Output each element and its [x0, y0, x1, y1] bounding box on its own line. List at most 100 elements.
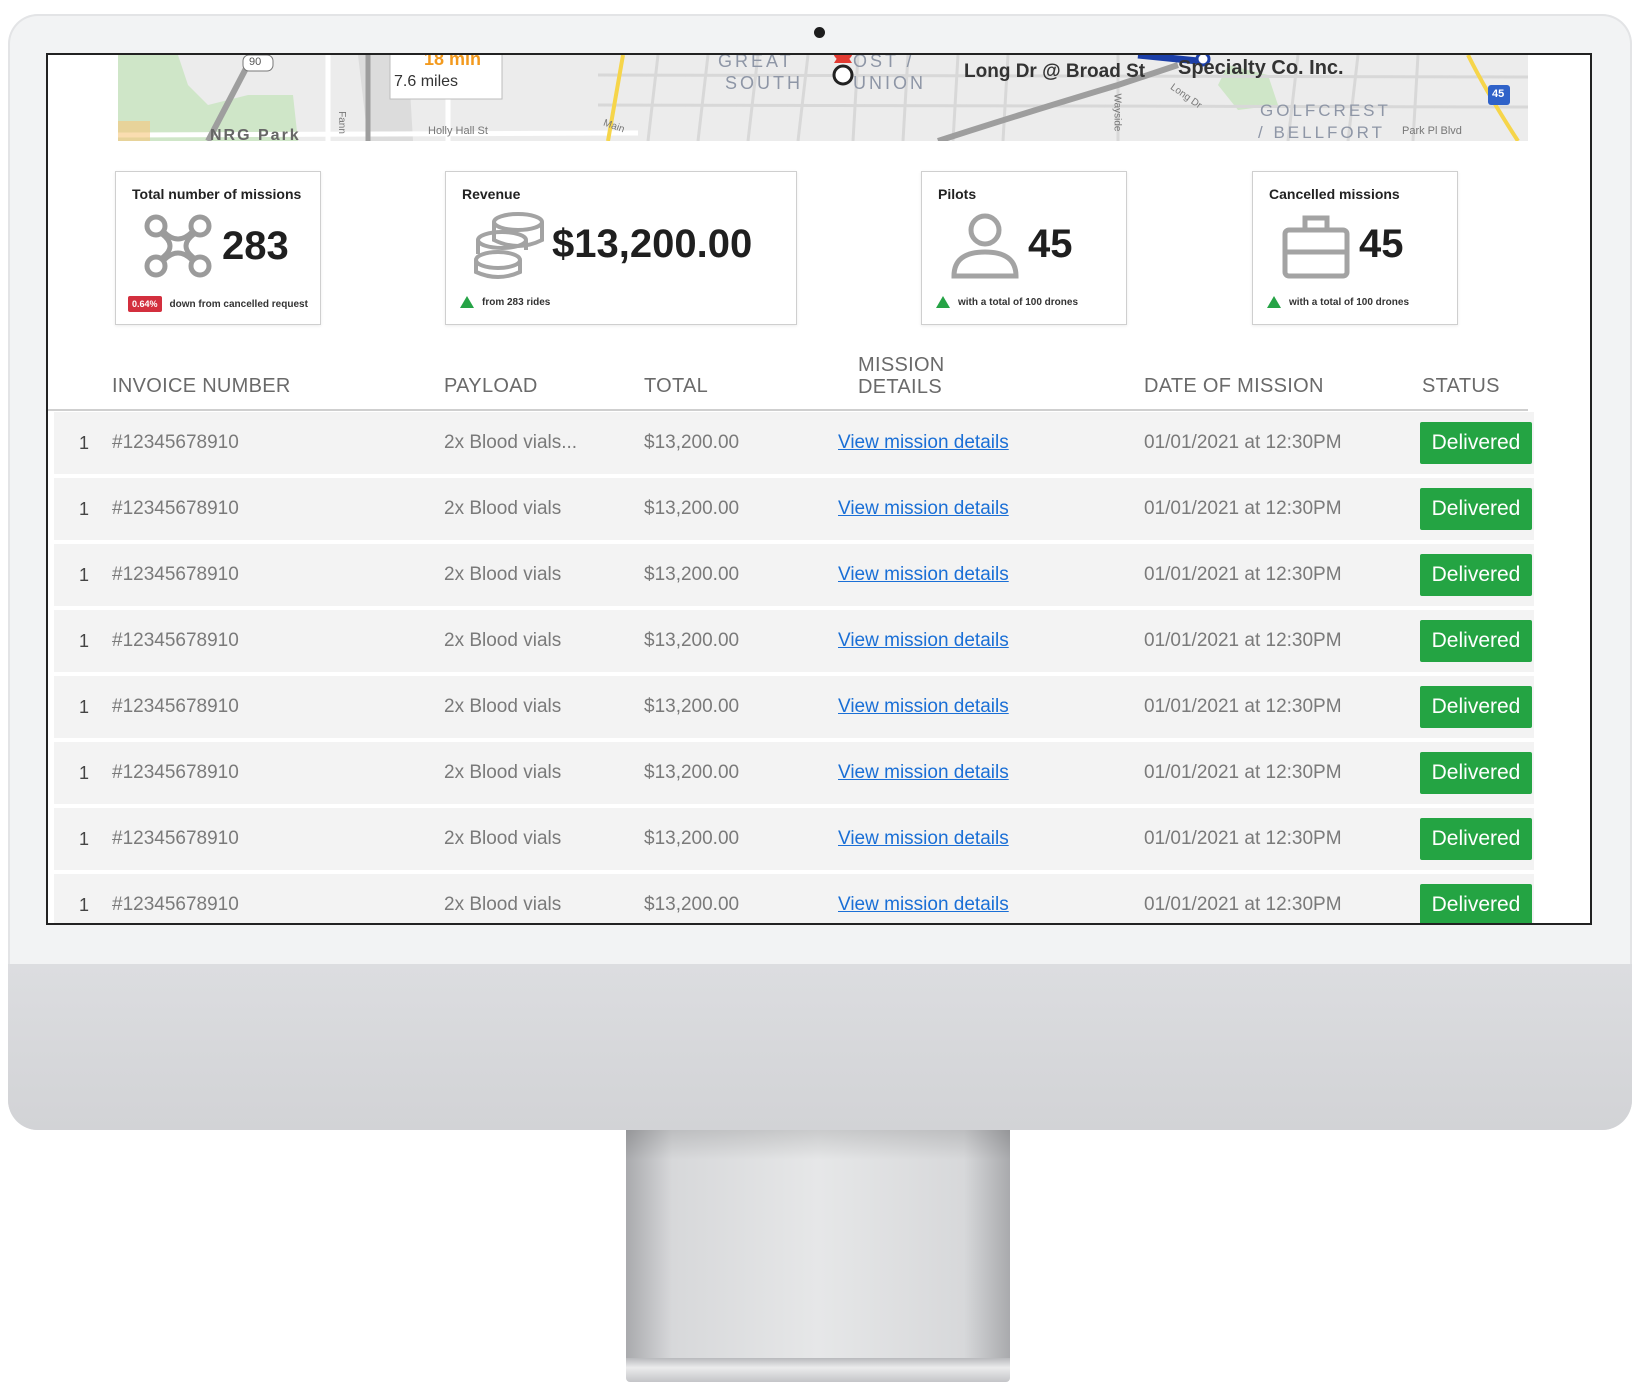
trend-up-icon	[936, 296, 950, 308]
map-area-label: GREAT	[718, 55, 794, 71]
view-mission-details-link[interactable]: View mission details	[838, 610, 1009, 672]
row-index: 1	[79, 895, 90, 915]
invoice-number: #12345678910	[112, 498, 239, 519]
column-header-mission-details[interactable]: MISSION	[858, 354, 945, 377]
column-header-status[interactable]: STATUS	[1422, 375, 1500, 398]
column-header-invoice[interactable]: INVOICE NUMBER	[112, 375, 291, 398]
status-badge-delivered[interactable]: Delivered	[1420, 554, 1532, 596]
mission-date: 01/01/2021 at 12:30PM	[1144, 432, 1342, 453]
view-mission-details-link[interactable]: View mission details	[838, 742, 1009, 804]
destination-label: Specialty Co. Inc.	[1178, 57, 1344, 79]
monitor-stand-foot	[626, 1358, 1010, 1382]
view-mission-details-link[interactable]: View mission details	[838, 544, 1009, 606]
street-label: Park Pl Blvd	[1402, 125, 1462, 137]
view-mission-details-link[interactable]: View mission details	[838, 412, 1009, 474]
total: $13,200.00	[644, 432, 740, 453]
total: $13,200.00	[644, 696, 740, 717]
view-mission-details-link[interactable]: View mission details	[838, 874, 1009, 923]
highway-shield-45: 45	[1492, 88, 1505, 100]
total: $13,200.00	[644, 630, 740, 651]
mission-date: 01/01/2021 at 12:30PM	[1144, 828, 1342, 849]
total: $13,200.00	[644, 564, 740, 585]
table-row[interactable]: 1 #12345678910 2x Blood vials $13,200.00…	[54, 874, 1534, 923]
map-area-label: UNION	[853, 73, 926, 93]
stat-title: Total number of missions	[132, 186, 302, 202]
total: $13,200.00	[644, 894, 740, 915]
monitor-chin	[8, 964, 1632, 1130]
invoice-number: #12345678910	[112, 828, 239, 849]
stat-title: Revenue	[462, 186, 521, 202]
payload: 2x Blood vials	[444, 828, 562, 849]
stat-card-cancelled: Cancelled missions 45 with a total of 10…	[1252, 171, 1458, 325]
street-label: Fann	[335, 111, 347, 134]
street-label: Wayside	[1111, 93, 1123, 132]
column-header-total[interactable]: TOTAL	[644, 375, 708, 398]
row-index: 1	[79, 697, 90, 717]
row-index: 1	[79, 565, 90, 585]
view-mission-details-link[interactable]: View mission details	[838, 478, 1009, 540]
stat-footnote: from 283 rides	[460, 296, 550, 308]
row-index: 1	[79, 631, 90, 651]
briefcase-icon	[1282, 215, 1350, 279]
map-area-label: SOUTH	[725, 73, 803, 93]
total: $13,200.00	[644, 828, 740, 849]
highway-shield-90: 90	[249, 56, 262, 68]
payload: 2x Blood vials	[444, 564, 562, 585]
status-badge-delivered[interactable]: Delivered	[1420, 488, 1532, 530]
row-index: 1	[79, 763, 90, 783]
column-header-payload[interactable]: PAYLOAD	[444, 375, 538, 398]
column-header-mission-details[interactable]: DETAILS	[858, 376, 942, 399]
invoice-number: #12345678910	[112, 564, 239, 585]
stat-note: with a total of 100 drones	[1289, 296, 1410, 308]
mission-date: 01/01/2021 at 12:30PM	[1144, 564, 1342, 585]
view-mission-details-link[interactable]: View mission details	[838, 808, 1009, 870]
stat-footnote: with a total of 100 drones	[1267, 296, 1409, 308]
route-distance: 7.6 miles	[394, 73, 459, 90]
table-row[interactable]: 1 #12345678910 2x Blood vials $13,200.00…	[54, 676, 1534, 738]
payload: 2x Blood vials	[444, 498, 562, 519]
row-index: 1	[79, 499, 90, 519]
table-header: INVOICE NUMBER PAYLOAD TOTAL MISSION DET…	[48, 354, 1528, 411]
invoice-number: #12345678910	[112, 432, 239, 453]
stat-value: $13,200.00	[552, 222, 753, 266]
table-row[interactable]: 1 #12345678910 2x Blood vials $13,200.00…	[54, 610, 1534, 672]
stop-label: Long Dr @ Broad St	[964, 61, 1146, 82]
mission-date: 01/01/2021 at 12:30PM	[1144, 696, 1342, 717]
stat-value: 45	[1028, 222, 1073, 266]
status-badge-delivered[interactable]: Delivered	[1420, 818, 1532, 860]
stat-card-pilots: Pilots 45 with a total of 100 drones	[921, 171, 1127, 325]
view-mission-details-link[interactable]: View mission details	[838, 676, 1009, 738]
status-badge-delivered[interactable]: Delivered	[1420, 884, 1532, 923]
stat-title: Pilots	[938, 186, 977, 202]
coins-icon	[474, 212, 544, 279]
payload: 2x Blood vials...	[444, 432, 578, 453]
table-row[interactable]: 1 #12345678910 2x Blood vials $13,200.00…	[54, 742, 1534, 804]
column-header-date[interactable]: DATE OF MISSION	[1144, 375, 1324, 398]
status-badge-delivered[interactable]: Delivered	[1420, 686, 1532, 728]
total: $13,200.00	[644, 762, 740, 783]
map-area-label: / BELLFORT	[1258, 123, 1385, 141]
payload: 2x Blood vials	[444, 630, 562, 651]
invoice-number: #12345678910	[112, 696, 239, 717]
status-badge-delivered[interactable]: Delivered	[1420, 620, 1532, 662]
stat-note: down from cancelled request	[169, 298, 308, 310]
status-badge-delivered[interactable]: Delivered	[1420, 422, 1532, 464]
table-row[interactable]: 1 #12345678910 2x Blood vials... $13,200…	[54, 412, 1534, 474]
stat-card-missions: Total number of missions 283 0.64% down …	[115, 171, 321, 325]
payload: 2x Blood vials	[444, 696, 562, 717]
table-row[interactable]: 1 #12345678910 2x Blood vials $13,200.00…	[54, 478, 1534, 540]
invoice-number: #12345678910	[112, 630, 239, 651]
route-map[interactable]: 18 min 7.6 miles 90 45 GREAT OST / SOUTH…	[118, 55, 1528, 141]
stat-card-revenue: Revenue $13,200.00 from 283 rides	[445, 171, 797, 325]
table-row[interactable]: 1 #12345678910 2x Blood vials $13,200.00…	[54, 544, 1534, 606]
stat-footnote: with a total of 100 drones	[936, 296, 1078, 308]
mission-date: 01/01/2021 at 12:30PM	[1144, 762, 1342, 783]
payload: 2x Blood vials	[444, 762, 562, 783]
invoice-number: #12345678910	[112, 762, 239, 783]
table-row[interactable]: 1 #12345678910 2x Blood vials $13,200.00…	[54, 808, 1534, 870]
stat-title: Cancelled missions	[1269, 186, 1400, 202]
street-label: Holly Hall St	[428, 125, 488, 137]
status-badge-delivered[interactable]: Delivered	[1420, 752, 1532, 794]
mission-date: 01/01/2021 at 12:30PM	[1144, 894, 1342, 915]
payload: 2x Blood vials	[444, 894, 562, 915]
